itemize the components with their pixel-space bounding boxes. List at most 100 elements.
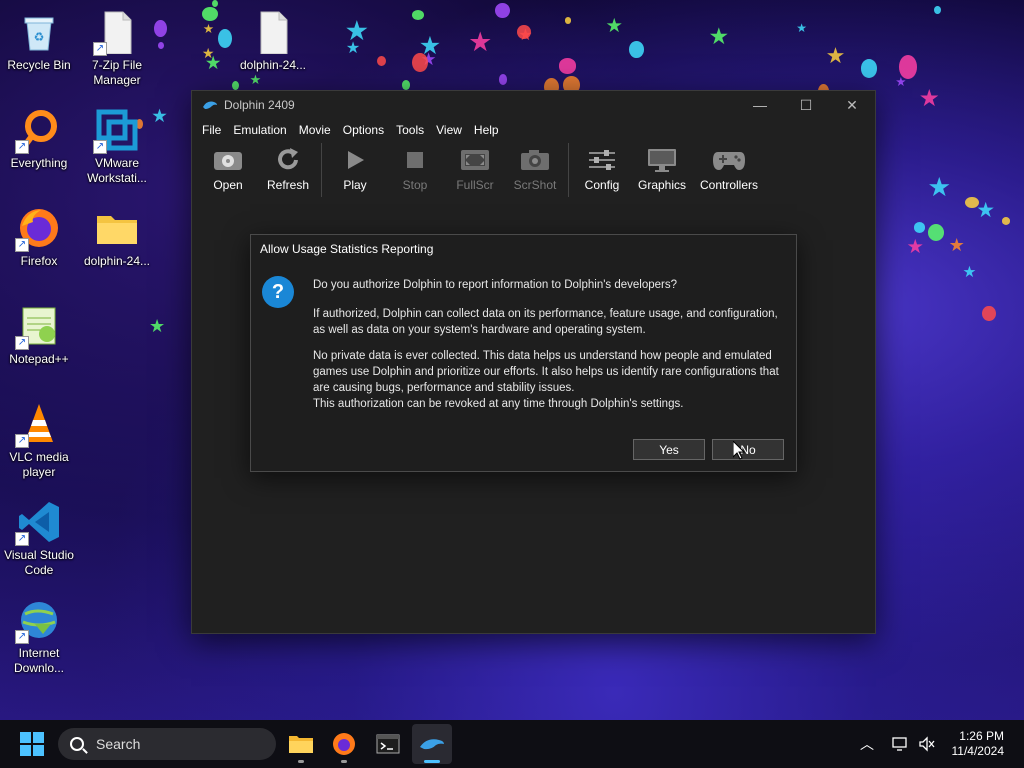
toolbar-separator <box>568 143 569 197</box>
controllers-button[interactable]: Controllers <box>692 141 766 192</box>
screenshot-label: ScrShot <box>513 178 557 192</box>
fullscreen-icon <box>458 145 492 175</box>
menu-emulation[interactable]: Emulation <box>227 123 292 137</box>
desktop-icon-label: Visual Studio Code <box>4 548 74 577</box>
toolbar-separator <box>321 143 322 197</box>
clock-time: 1:26 PM <box>959 729 1004 743</box>
dialog-body: Do you authorize Dolphin to report infor… <box>313 277 789 422</box>
wallpaper-confetti <box>965 196 980 209</box>
wallpaper-confetti <box>211 0 218 8</box>
running-indicator <box>298 760 304 763</box>
magnifier-icon: ↗ <box>15 108 61 154</box>
shortcut-arrow-icon: ↗ <box>15 532 29 546</box>
shortcut-arrow-icon: ↗ <box>15 630 29 644</box>
wallpaper-confetti <box>231 80 239 90</box>
no-button[interactable]: No <box>712 439 784 460</box>
play-button[interactable]: Play <box>325 141 385 192</box>
wallpaper-confetti <box>217 29 232 49</box>
show-hidden-icons-button[interactable]: ︿ <box>860 720 874 768</box>
wallpaper-confetti <box>412 52 428 72</box>
menu-help[interactable]: Help <box>468 123 505 137</box>
wallpaper-confetti: ★ <box>976 199 995 223</box>
desktop-icon-7zip[interactable]: ↗ 7-Zip File Manager <box>78 10 156 88</box>
wallpaper-confetti: ★ <box>148 315 166 336</box>
minimize-button[interactable]: — <box>737 91 783 119</box>
yes-button[interactable]: Yes <box>633 439 705 460</box>
desktop-icon-label: Notepad++ <box>9 352 69 366</box>
wallpaper-confetti <box>158 41 165 50</box>
taskbar-dolphin[interactable] <box>412 724 452 764</box>
graphics-button[interactable]: Graphics <box>632 141 692 192</box>
wallpaper-confetti <box>411 9 425 20</box>
desktop-icon-label: dolphin-24... <box>239 58 307 72</box>
wallpaper-confetti <box>494 2 510 18</box>
title-bar[interactable]: Dolphin 2409 — ☐ ✕ <box>192 91 875 119</box>
stop-label: Stop <box>402 178 428 192</box>
desktop-icon-firefox[interactable]: ↗ Firefox <box>0 206 78 269</box>
desktop-icon-notepadpp[interactable]: ↗ Notepad++ <box>0 304 78 367</box>
wallpaper-confetti <box>201 6 219 22</box>
menu-movie[interactable]: Movie <box>293 123 337 137</box>
menu-view[interactable]: View <box>430 123 468 137</box>
wallpaper-confetti: ★ <box>345 39 361 58</box>
wallpaper-confetti: ★ <box>204 51 222 73</box>
volume-status[interactable] <box>918 720 936 768</box>
open-label: Open <box>213 178 243 192</box>
config-icon <box>585 145 619 175</box>
desktop-icon-vscode[interactable]: ↗ Visual Studio Code <box>0 500 78 578</box>
network-status[interactable] <box>892 720 910 768</box>
menu-bar: File Emulation Movie Options Tools View … <box>192 119 875 141</box>
wallpaper-confetti: ★ <box>344 14 370 46</box>
menu-options[interactable]: Options <box>337 123 390 137</box>
dialog-paragraph: If authorized, Dolphin can collect data … <box>313 308 778 336</box>
fullscreen-button[interactable]: FullScr <box>445 141 505 192</box>
wallpaper-confetti: ★ <box>825 43 846 69</box>
open-button[interactable]: Open <box>198 141 258 192</box>
wallpaper-confetti <box>499 74 508 85</box>
running-indicator <box>341 760 347 763</box>
menu-file[interactable]: File <box>196 123 227 137</box>
desktop-icon-idm[interactable]: ↗ Internet Downlo... <box>0 598 78 676</box>
desktop-icon-recycle-bin[interactable]: ♻ Recycle Bin <box>0 10 78 73</box>
taskbar-search[interactable]: Search <box>58 728 276 760</box>
taskbar-terminal[interactable] <box>368 724 408 764</box>
wallpaper-confetti <box>517 24 532 40</box>
start-button[interactable] <box>20 732 44 756</box>
desktop-icon-label: Internet Downlo... <box>13 646 65 675</box>
maximize-button[interactable]: ☐ <box>783 91 829 119</box>
stop-icon <box>398 145 432 175</box>
taskbar-clock[interactable]: 1:26 PM 11/4/2024 <box>952 729 1005 759</box>
vmware-icon: ↗ <box>93 108 139 154</box>
taskbar-file-explorer[interactable] <box>281 724 321 764</box>
shortcut-arrow-icon: ↗ <box>93 42 107 56</box>
desktop-icon-everything[interactable]: ↗ Everything <box>0 108 78 171</box>
desktop-icon-dolphin-file[interactable]: dolphin-24... <box>234 10 312 73</box>
wallpaper-confetti: ★ <box>420 48 437 69</box>
refresh-button[interactable]: Refresh <box>258 141 318 192</box>
wallpaper-confetti <box>860 58 878 78</box>
graphics-label: Graphics <box>637 178 687 192</box>
wallpaper-confetti <box>934 6 941 15</box>
dialog-title: Allow Usage Statistics Reporting <box>260 242 434 256</box>
screenshot-button[interactable]: ScrShot <box>505 141 565 192</box>
wallpaper-confetti <box>564 17 572 25</box>
stop-button[interactable]: Stop <box>385 141 445 192</box>
wallpaper-confetti <box>982 305 996 322</box>
config-button[interactable]: Config <box>572 141 632 192</box>
shortcut-arrow-icon: ↗ <box>15 434 29 448</box>
wallpaper-confetti <box>154 19 167 37</box>
desktop-icon-dolphin-folder[interactable]: dolphin-24... <box>78 206 156 269</box>
wallpaper-confetti: ★ <box>202 21 215 36</box>
wallpaper-confetti: ★ <box>906 236 924 259</box>
fullscreen-label: FullScr <box>456 178 494 192</box>
taskbar-firefox[interactable] <box>324 724 364 764</box>
globe-download-icon: ↗ <box>15 598 61 644</box>
chevron-up-icon: ︿ <box>860 736 874 752</box>
shortcut-arrow-icon: ↗ <box>15 140 29 154</box>
desktop-icon-vlc[interactable]: ↗ VLC media player <box>0 402 78 480</box>
menu-tools[interactable]: Tools <box>390 123 430 137</box>
close-button[interactable]: ✕ <box>829 91 875 119</box>
wallpaper-confetti: ★ <box>948 234 965 255</box>
desktop-icon-vmware[interactable]: ↗ VMware Workstati... <box>78 108 156 186</box>
desktop-icon-label: VMware Workstati... <box>87 156 147 185</box>
